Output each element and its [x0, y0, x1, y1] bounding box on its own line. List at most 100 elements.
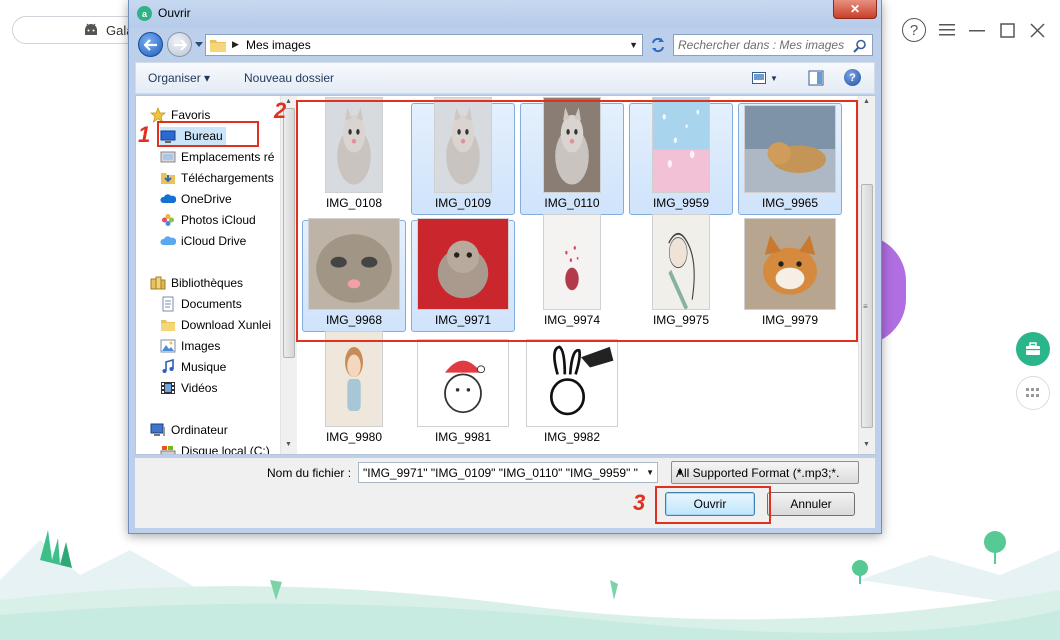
videos-icon	[160, 380, 176, 396]
documents-icon	[160, 296, 176, 312]
icloud-photos-icon	[160, 212, 176, 228]
toolbox-button[interactable]	[1016, 332, 1050, 366]
nav-item-t-l-chargements[interactable]: Téléchargements	[160, 169, 274, 187]
nav-item-label: Vidéos	[181, 381, 218, 395]
nav-scrollbar[interactable]: ▲ ▼	[280, 96, 297, 454]
image-thumbnail	[527, 340, 617, 426]
nav-section-biblioth-ques[interactable]: Bibliothèques	[150, 274, 243, 292]
file-item[interactable]: IMG_9982	[520, 337, 624, 449]
nav-item-label: Documents	[181, 297, 242, 311]
view-options-button[interactable]: ▼	[752, 70, 784, 86]
file-item[interactable]: IMG_9980	[302, 332, 406, 449]
breadcrumb-current[interactable]: Mes images	[246, 38, 311, 52]
nav-item-label: Favoris	[171, 108, 211, 122]
recent-locations-dropdown[interactable]	[195, 40, 203, 48]
address-bar[interactable]: ▶ Mes images ▼	[205, 34, 643, 56]
search-box[interactable]	[673, 34, 873, 56]
device-tab[interactable]: Gala	[12, 16, 142, 44]
library-icon	[150, 275, 166, 291]
dialog-titlebar[interactable]: a Ouvrir ✕	[129, 0, 881, 28]
back-button[interactable]	[138, 32, 163, 57]
nav-item-label: Bibliothèques	[171, 276, 244, 290]
chevron-down-icon: ▼	[770, 73, 778, 83]
folder-icon	[160, 317, 176, 333]
filename-input[interactable]	[363, 465, 639, 480]
maximize-icon[interactable]	[998, 21, 1016, 39]
folder-icon	[210, 40, 226, 52]
nav-item-vid-os[interactable]: Vidéos	[160, 379, 217, 397]
grid-icon	[1026, 388, 1039, 397]
filename-combobox[interactable]: ▼	[358, 462, 658, 483]
annotation-box-3	[655, 486, 771, 524]
annotation-number-3: 3	[633, 490, 646, 515]
nav-item-musique[interactable]: Musique	[160, 358, 226, 376]
help-button[interactable]: ?	[844, 69, 861, 86]
nav-scroll-thumb[interactable]	[283, 108, 295, 358]
view-icon	[752, 72, 766, 84]
toolbox-icon	[1026, 342, 1040, 355]
icloud-drive-icon	[160, 233, 177, 249]
nav-item-label: Disque local (C:)	[181, 444, 270, 454]
new-folder-button[interactable]: Nouveau dossier	[244, 71, 334, 85]
nav-item-label: OneDrive	[181, 192, 232, 206]
chevron-down-icon: ▼	[676, 468, 684, 477]
images-icon	[160, 338, 176, 354]
files-scrollbar[interactable]: ▲ ≡ ▼	[858, 96, 875, 454]
file-name: IMG_9982	[543, 430, 601, 444]
nav-item-label: Téléchargements	[181, 171, 274, 185]
command-toolbar: Organiser ▾ Nouveau dossier ▼ ?	[135, 62, 875, 94]
scroll-up-arrow[interactable]: ▲	[863, 98, 870, 105]
dialog-close-button[interactable]: ✕	[833, 0, 877, 19]
help-icon[interactable]: ?	[902, 18, 926, 42]
downloads-icon	[160, 170, 176, 186]
annotation-number-1: 1	[138, 122, 151, 147]
dialog-title: Ouvrir	[158, 6, 191, 20]
nav-item-onedrive[interactable]: OneDrive	[160, 190, 232, 208]
scroll-down-arrow[interactable]: ▼	[285, 441, 292, 448]
annotation-box-1	[157, 121, 259, 147]
places-icon	[160, 149, 176, 165]
nav-section-ordinateur[interactable]: Ordinateur	[150, 421, 228, 439]
nav-item-emplacements-r-[interactable]: Emplacements ré	[160, 148, 274, 166]
refresh-icon	[652, 37, 664, 53]
grid-apps-button[interactable]	[1016, 376, 1050, 410]
minimize-icon[interactable]	[968, 21, 986, 39]
nav-item-download-xunlei[interactable]: Download Xunlei	[160, 316, 271, 334]
nav-item-images[interactable]: Images	[160, 337, 220, 355]
chevron-down-icon[interactable]: ▼	[646, 468, 654, 477]
nav-item-label: Ordinateur	[171, 423, 228, 437]
nav-item-label: Musique	[181, 360, 227, 374]
nav-item-documents[interactable]: Documents	[160, 295, 242, 313]
search-input[interactable]	[678, 37, 848, 53]
scroll-grip-icon: ≡	[863, 302, 868, 311]
music-icon	[160, 358, 176, 375]
preview-pane-icon[interactable]	[808, 70, 824, 86]
drive-icon	[160, 443, 176, 454]
nav-item-icloud-drive[interactable]: iCloud Drive	[160, 232, 246, 250]
cancel-button[interactable]: Annuler	[767, 492, 855, 516]
forward-button[interactable]	[167, 32, 192, 57]
file-type-select[interactable]: All Supported Format (*.mp3;*. ▼	[671, 461, 859, 484]
nav-item-label: iCloud Drive	[181, 234, 247, 248]
file-item[interactable]: IMG_9981	[411, 337, 515, 449]
nav-item-label: Emplacements ré	[181, 150, 275, 164]
computer-icon	[150, 422, 166, 438]
scroll-down-arrow[interactable]: ▼	[863, 441, 870, 448]
nav-item-label: Photos iCloud	[181, 213, 256, 227]
image-thumbnail	[418, 340, 508, 426]
search-icon[interactable]	[853, 39, 867, 53]
breadcrumb-separator[interactable]: ▶	[232, 39, 239, 50]
nav-item-photos-icloud[interactable]: Photos iCloud	[160, 211, 256, 229]
refresh-button[interactable]	[647, 34, 669, 56]
app-logo-icon: a	[137, 6, 152, 21]
chevron-down-icon[interactable]: ▼	[629, 40, 638, 50]
file-name: IMG_9981	[434, 430, 492, 444]
annotation-box-2	[296, 100, 858, 342]
close-app-icon[interactable]	[1028, 21, 1046, 39]
nav-item-disque-local-c-[interactable]: Disque local (C:)	[160, 442, 270, 454]
organize-menu[interactable]: Organiser ▾	[148, 71, 210, 85]
annotation-number-2: 2	[274, 98, 287, 123]
landscape-illustration	[0, 530, 1060, 640]
onedrive-icon	[160, 191, 177, 207]
menu-icon[interactable]	[938, 21, 956, 39]
